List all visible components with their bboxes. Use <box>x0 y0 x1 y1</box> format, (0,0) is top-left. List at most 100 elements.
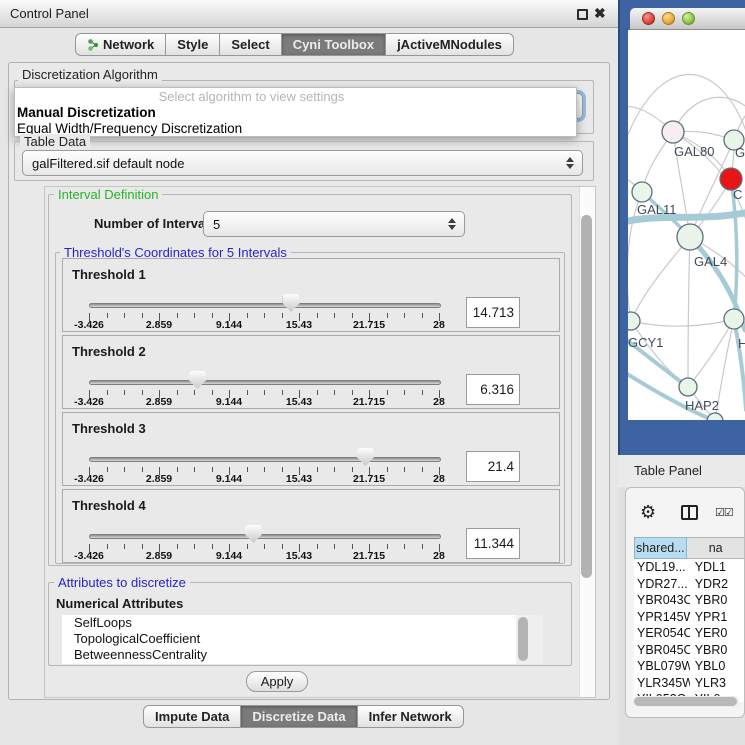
float-panel-icon[interactable] <box>577 9 588 20</box>
tab-select[interactable]: Select <box>220 33 281 56</box>
threshold-slider-track[interactable] <box>89 380 441 385</box>
network-edge[interactable] <box>631 237 690 321</box>
table-row[interactable]: YER054CYER0 <box>634 625 745 642</box>
tick-mark <box>247 313 248 318</box>
tick-mark <box>107 467 108 472</box>
node-label-h: H <box>738 336 745 351</box>
network-canvas[interactable]: GAL80G.CGAL11GAL4GCY1HHAP2 <box>628 30 745 420</box>
tick-mark <box>142 467 143 472</box>
cell-name: YDL1 <box>690 559 745 576</box>
number-of-intervals-label: Number of Intervals <box>94 216 216 231</box>
tick-label: 21.715 <box>353 396 385 408</box>
tab-discretize-data[interactable]: Discretize Data <box>241 705 357 728</box>
table-horizontal-scrollbar-thumb[interactable] <box>634 697 737 706</box>
table-data-combobox[interactable]: galFiltered.sif default node <box>22 150 583 176</box>
node-label-hap2: HAP2 <box>685 398 719 413</box>
tick-mark <box>317 544 318 549</box>
network-node-gcy1[interactable] <box>628 312 640 330</box>
table-panel-card: ⚙ ☑☑ shared... na YDL19...YDL1YDR27...YD… <box>625 487 745 718</box>
network-node-hap2[interactable] <box>679 378 697 396</box>
threshold-slider-thumb[interactable] <box>357 448 374 466</box>
threshold-slider-thumb[interactable] <box>189 371 206 389</box>
network-edge[interactable] <box>631 321 688 387</box>
apply-button[interactable]: Apply <box>246 671 308 692</box>
tick-mark <box>282 467 283 472</box>
table-row[interactable]: YDL19...YDL1 <box>634 559 745 576</box>
network-node-gal80[interactable] <box>662 121 684 143</box>
close-icon[interactable]: ✖ <box>594 5 606 22</box>
threshold-slider-track[interactable] <box>89 303 441 308</box>
tick-mark <box>177 390 178 395</box>
network-node-h[interactable] <box>724 309 744 329</box>
network-edge[interactable] <box>673 97 745 132</box>
table-row[interactable]: YLR345WYLR3 <box>634 675 745 692</box>
split-columns-icon[interactable] <box>681 505 698 520</box>
tab-label: Style <box>177 37 208 52</box>
tab-network[interactable]: Network <box>75 33 166 56</box>
attributes-list-scrollbar-thumb[interactable] <box>518 617 528 661</box>
discretization-algorithm-title: Discretization Algorithm <box>18 67 162 82</box>
network-node-gal11[interactable] <box>632 182 652 202</box>
tick-mark <box>282 390 283 395</box>
table-row[interactable]: YBR043CYBR0 <box>634 592 745 609</box>
column-header-name[interactable]: na <box>687 537 745 559</box>
tab-style[interactable]: Style <box>166 33 220 56</box>
network-window-titlebar[interactable] <box>630 8 745 30</box>
numerical-attributes-list[interactable]: SelfLoopsTopologicalCoefficientBetweenne… <box>62 615 516 664</box>
attribute-item-betweennesscentrality[interactable]: BetweennessCentrality <box>62 647 516 663</box>
network-edge[interactable] <box>688 237 690 387</box>
tab-impute-data[interactable]: Impute Data <box>143 705 241 728</box>
table-row[interactable]: YBR045CYBR0 <box>634 642 745 659</box>
algorithm-option-equal-width-frequency-discretization[interactable]: Equal Width/Frequency Discretization <box>15 121 576 137</box>
threshold-slider-thumb[interactable] <box>245 525 262 543</box>
tick-mark <box>247 467 248 472</box>
attribute-item-topologicalcoefficient[interactable]: TopologicalCoefficient <box>62 631 516 647</box>
column-header-shared-name[interactable]: shared... <box>634 537 687 559</box>
cell-name: YER0 <box>690 625 745 642</box>
network-edge-highlighted[interactable] <box>734 319 745 410</box>
algorithm-option-manual-discretization[interactable]: Manual Discretization <box>15 105 576 121</box>
table-row[interactable]: YPR145WYPR1 <box>634 609 745 626</box>
tick-mark <box>387 467 388 472</box>
threshold-value-field[interactable]: 21.4 <box>466 451 520 482</box>
threshold-slider-thumb[interactable] <box>283 294 300 312</box>
top-tab-bar: Network Style SelectCyni ToolboxjActiveMNo… <box>75 33 514 56</box>
threshold-slider-track[interactable] <box>89 534 441 539</box>
tick-label: -3.426 <box>74 550 104 562</box>
number-of-intervals-combobox[interactable]: 5 <box>203 211 465 237</box>
tick-mark <box>264 467 265 472</box>
tick-label: 21.715 <box>353 473 385 485</box>
threshold-slider-track[interactable] <box>89 457 441 462</box>
tab-label: Impute Data <box>155 709 229 724</box>
threshold-panel-threshold-3: Threshold 3-3.4262.8599.14415.4321.71528… <box>62 412 560 486</box>
tick-mark <box>107 544 108 549</box>
checkbox-icons[interactable]: ☑☑ <box>715 506 733 519</box>
tick-mark <box>352 467 353 472</box>
threshold-value-field[interactable]: 11.344 <box>466 528 520 559</box>
gear-icon[interactable]: ⚙ <box>640 502 656 523</box>
cell-name: YBL0 <box>690 658 745 675</box>
window-close-traffic-light[interactable] <box>642 12 655 25</box>
window-zoom-traffic-light[interactable] <box>682 12 695 25</box>
tick-mark <box>317 313 318 318</box>
table-row[interactable]: YBL079WYBL0 <box>634 658 745 675</box>
tick-mark <box>334 544 335 549</box>
settings-scrollbar-thumb[interactable] <box>581 215 592 578</box>
threshold-value-field[interactable]: 14.713 <box>466 297 520 328</box>
tab-infer-network[interactable]: Infer Network <box>358 705 464 728</box>
tick-label: 9.144 <box>216 319 242 331</box>
network-node-gal4[interactable] <box>677 224 703 250</box>
cell-shared-name: YBL079W <box>634 658 690 675</box>
table-row[interactable]: YDR27...YDR2 <box>634 576 745 593</box>
tick-mark <box>194 390 195 395</box>
threshold-value-field[interactable]: 6.316 <box>466 374 520 405</box>
threshold-label: Threshold 3 <box>72 421 146 436</box>
attribute-item-selfloops[interactable]: SelfLoops <box>62 615 516 631</box>
network-edge[interactable] <box>631 319 734 326</box>
tick-mark <box>264 313 265 318</box>
window-minimize-traffic-light[interactable] <box>662 12 675 25</box>
tick-mark <box>177 313 178 318</box>
tab-jactivemnodules[interactable]: jActiveMNodules <box>386 33 514 56</box>
node-label-c: C <box>733 187 742 202</box>
tab-cyni-toolbox[interactable]: Cyni Toolbox <box>282 33 386 56</box>
